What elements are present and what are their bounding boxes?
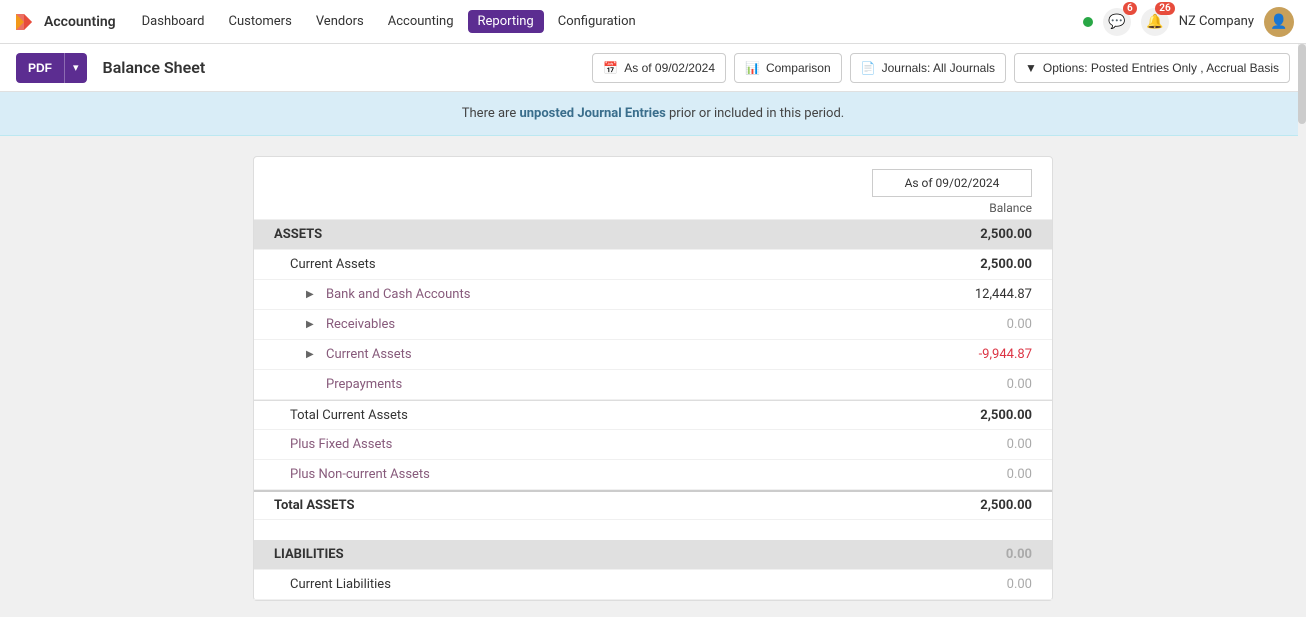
warning-banner: There are unposted Journal Entries prior…	[0, 92, 1306, 136]
receivables-value: 0.00	[892, 317, 1032, 332]
filter-comparison[interactable]: 📊 Comparison	[734, 53, 842, 83]
scrollbar-track	[1298, 44, 1306, 617]
current-liabilities-value: 0.00	[892, 577, 1032, 592]
filter-comparison-label: Comparison	[766, 61, 831, 75]
current-assets-expand-icon[interactable]: ▶	[306, 349, 322, 360]
bank-cash-label[interactable]: Bank and Cash Accounts	[326, 287, 892, 302]
messages-badge: 6	[1123, 2, 1137, 15]
warning-suffix: prior or included in this period.	[666, 106, 844, 121]
nav-configuration[interactable]: Configuration	[548, 10, 646, 33]
current-assets-expandable-row: ▶ Current Assets -9,944.87	[254, 340, 1052, 370]
total-assets-value: 2,500.00	[892, 498, 1032, 513]
receivables-expand-icon[interactable]: ▶	[306, 319, 322, 330]
nav-dashboard[interactable]: Dashboard	[132, 10, 215, 33]
report-container: As of 09/02/2024 Balance ASSETS 2,500.00…	[253, 156, 1053, 601]
messages-icon[interactable]: 💬 6	[1103, 8, 1131, 36]
nav-vendors[interactable]: Vendors	[306, 10, 374, 33]
scrollbar-thumb[interactable]	[1298, 44, 1306, 124]
non-current-assets-label[interactable]: Plus Non-current Assets	[290, 467, 892, 482]
alerts-badge: 26	[1155, 2, 1174, 15]
report-header-row: As of 09/02/2024	[254, 157, 1052, 197]
current-liabilities-row: Current Liabilities 0.00	[254, 570, 1052, 600]
total-assets-label: Total ASSETS	[274, 498, 892, 513]
current-assets-value: 2,500.00	[892, 257, 1032, 272]
company-name[interactable]: NZ Company	[1179, 14, 1254, 29]
section-liabilities: LIABILITIES 0.00	[254, 540, 1052, 570]
balance-col-header: Balance	[872, 201, 1032, 215]
section-spacer	[254, 520, 1052, 540]
user-avatar[interactable]: 👤	[1264, 7, 1294, 37]
filter-journals-label: Journals: All Journals	[882, 61, 995, 75]
current-assets-row: Current Assets 2,500.00	[254, 250, 1052, 280]
report-table: ASSETS 2,500.00 Current Assets 2,500.00 …	[254, 220, 1052, 600]
page-title: Balance Sheet	[103, 58, 206, 77]
total-current-assets-row: Total Current Assets 2,500.00	[254, 400, 1052, 430]
top-nav: Accounting Dashboard Customers Vendors A…	[0, 0, 1306, 44]
filter-date-label: As of 09/02/2024	[624, 61, 715, 75]
bank-cash-value: 12,444.87	[892, 287, 1032, 302]
date-header: As of 09/02/2024	[872, 169, 1032, 197]
liabilities-label: LIABILITIES	[274, 547, 892, 562]
warning-highlight[interactable]: unposted Journal Entries	[519, 106, 665, 121]
prepayments-value: 0.00	[892, 377, 1032, 392]
calendar-icon: 📅	[603, 61, 618, 75]
nav-reporting[interactable]: Reporting	[468, 10, 544, 33]
section-assets: ASSETS 2,500.00	[254, 220, 1052, 250]
filter-date[interactable]: 📅 As of 09/02/2024	[592, 53, 726, 83]
filter-journals[interactable]: 📄 Journals: All Journals	[850, 53, 1006, 83]
toolbar: PDF ▾ Balance Sheet 📅 As of 09/02/2024 📊…	[0, 44, 1306, 92]
current-liabilities-label: Current Liabilities	[290, 577, 892, 592]
bank-expand-icon[interactable]: ▶	[306, 289, 322, 300]
filter-options[interactable]: ▼ Options: Posted Entries Only , Accrual…	[1014, 53, 1290, 83]
filter-options-label: Options: Posted Entries Only , Accrual B…	[1043, 61, 1279, 75]
app-name: Accounting	[44, 14, 116, 30]
alerts-icon[interactable]: 🔔 26	[1141, 8, 1169, 36]
non-current-assets-row: Plus Non-current Assets 0.00	[254, 460, 1052, 490]
filter-funnel-icon: ▼	[1025, 61, 1037, 75]
liabilities-value: 0.00	[892, 547, 1032, 562]
pdf-btn-group: PDF ▾	[16, 53, 87, 83]
warning-prefix: There are	[462, 106, 520, 121]
current-assets-label: Current Assets	[290, 257, 892, 272]
nav-accounting[interactable]: Accounting	[378, 10, 464, 33]
current-assets-sub-value: -9,944.87	[892, 347, 1032, 362]
bank-cash-row: ▶ Bank and Cash Accounts 12,444.87	[254, 280, 1052, 310]
fixed-assets-row: Plus Fixed Assets 0.00	[254, 430, 1052, 460]
non-current-assets-value: 0.00	[892, 467, 1032, 482]
assets-value: 2,500.00	[892, 227, 1032, 242]
nav-right: 💬 6 🔔 26 NZ Company 👤	[1083, 7, 1294, 37]
fixed-assets-label[interactable]: Plus Fixed Assets	[290, 437, 892, 452]
status-indicator	[1083, 17, 1093, 27]
prepayments-row: Prepayments 0.00	[254, 370, 1052, 400]
chart-icon: 📊	[745, 61, 760, 75]
journal-icon: 📄	[861, 61, 876, 75]
total-current-assets-value: 2,500.00	[892, 408, 1032, 423]
assets-label: ASSETS	[274, 227, 892, 242]
current-assets-sub-label[interactable]: Current Assets	[326, 347, 892, 362]
total-assets-row: Total ASSETS 2,500.00	[254, 490, 1052, 520]
nav-links: Dashboard Customers Vendors Accounting R…	[132, 10, 1083, 33]
nav-customers[interactable]: Customers	[219, 10, 302, 33]
total-current-assets-label: Total Current Assets	[290, 408, 892, 423]
pdf-dropdown-button[interactable]: ▾	[64, 53, 87, 83]
pdf-button[interactable]: PDF	[16, 53, 64, 83]
app-logo	[12, 10, 36, 34]
fixed-assets-value: 0.00	[892, 437, 1032, 452]
receivables-row: ▶ Receivables 0.00	[254, 310, 1052, 340]
prepayments-label[interactable]: Prepayments	[326, 377, 892, 392]
main-content: As of 09/02/2024 Balance ASSETS 2,500.00…	[0, 136, 1306, 613]
report-col-headers: Balance	[254, 197, 1052, 220]
receivables-label[interactable]: Receivables	[326, 317, 892, 332]
